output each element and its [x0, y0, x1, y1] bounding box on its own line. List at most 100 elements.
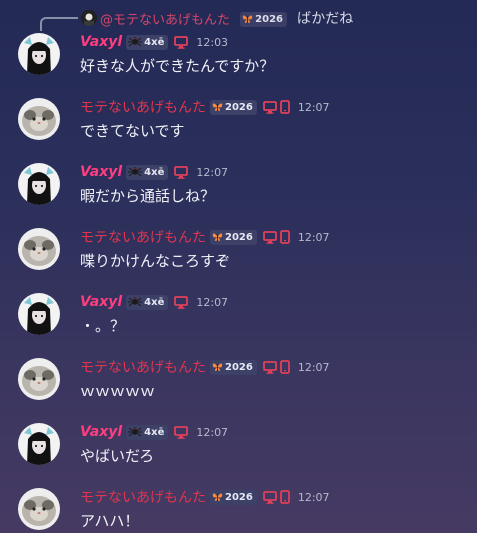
desktop-icon — [262, 100, 277, 114]
device-indicators — [262, 100, 290, 114]
message-item[interactable]: モテないあげもんた 2026 12:07 喋りかけんなころすぞ — [0, 228, 477, 288]
user-tag[interactable]: 4xē — [126, 424, 169, 440]
message-header: Vaxyl 4xē 12:03 — [80, 33, 228, 51]
message-item[interactable]: Vaxyl 4xē 12:03 好きな人ができたんですか？ — [0, 33, 477, 93]
author-name[interactable]: モテないあげもんた — [80, 227, 206, 247]
butterfly-icon — [212, 232, 223, 242]
spider-icon — [128, 296, 143, 308]
author-name[interactable]: Vaxyl — [80, 294, 122, 310]
desktop-icon — [174, 35, 189, 49]
butterfly-icon — [212, 492, 223, 502]
reply-author-name[interactable]: @モテないあげもんた 2026 — [100, 9, 287, 28]
reply-reference[interactable]: @モテないあげもんた 2026 ばかだね — [0, 0, 477, 36]
device-indicators — [174, 165, 189, 179]
spider-icon — [128, 36, 143, 48]
user-tag[interactable]: 2026 — [210, 359, 257, 375]
author-name[interactable]: モテないあげもんた — [80, 357, 206, 377]
mobile-icon — [279, 360, 290, 374]
avatar-mote[interactable] — [18, 228, 60, 270]
mobile-icon — [279, 230, 290, 244]
message-header: モテないあげもんた 2026 12:07 — [80, 358, 330, 376]
message-header: Vaxyl 4xē 12:07 — [80, 163, 228, 181]
mobile-icon — [279, 490, 290, 504]
desktop-icon — [262, 230, 277, 244]
avatar-vaxyl[interactable] — [18, 163, 60, 205]
author-name[interactable]: モテないあげもんた — [80, 487, 206, 507]
avatar-mote[interactable] — [18, 488, 60, 530]
desktop-icon — [174, 295, 189, 309]
user-tag-text: 4xē — [144, 296, 165, 308]
timestamp[interactable]: 12:03 — [196, 36, 228, 49]
user-tag[interactable]: 4xē — [126, 294, 169, 310]
reply-spine — [40, 17, 78, 31]
timestamp[interactable]: 12:07 — [196, 296, 228, 309]
message-header: モテないあげもんた 2026 12:07 — [80, 228, 330, 246]
mobile-icon — [279, 100, 290, 114]
timestamp[interactable]: 12:07 — [298, 361, 330, 374]
reply-snippet[interactable]: ばかだね — [297, 8, 353, 28]
timestamp[interactable]: 12:07 — [196, 426, 228, 439]
avatar-vaxyl[interactable] — [18, 423, 60, 465]
avatar-vaxyl[interactable] — [18, 33, 60, 75]
reply-tag-text: 2026 — [255, 13, 283, 25]
avatar-mote[interactable] — [18, 358, 60, 400]
user-tag[interactable]: 2026 — [210, 99, 257, 115]
desktop-icon — [262, 360, 277, 374]
message-item[interactable]: Vaxyl 4xē 12:07 やばいだろ — [0, 423, 477, 483]
butterfly-icon — [212, 362, 223, 372]
reply-author-label: @モテないあげもんた — [100, 13, 231, 28]
user-tag[interactable]: 2026 — [210, 489, 257, 505]
timestamp[interactable]: 12:07 — [298, 491, 330, 504]
spider-icon — [128, 166, 143, 178]
message-text: やばいだろ — [80, 447, 155, 465]
message-header: モテないあげもんた 2026 12:07 — [80, 98, 330, 116]
message-text: 喋りかけんなころすぞ — [80, 252, 231, 270]
user-tag-text: 2026 — [225, 361, 253, 373]
butterfly-icon — [212, 102, 223, 112]
message-header: モテないあげもんた 2026 12:07 — [80, 488, 330, 506]
butterfly-icon — [242, 14, 253, 24]
message-item[interactable]: Vaxyl 4xē 12:07 暇だから通話しね？ — [0, 163, 477, 223]
device-indicators — [174, 295, 189, 309]
avatar-vaxyl[interactable] — [18, 293, 60, 335]
user-tag[interactable]: 4xē — [126, 164, 169, 180]
message-text: 暇だから通話しね？ — [80, 187, 216, 205]
message-item[interactable]: モテないあげもんた 2026 12:07 ｗｗｗｗｗ — [0, 358, 477, 418]
message-item[interactable]: モテないあげもんた 2026 12:07 アハハ！ — [0, 488, 477, 533]
user-tag-text: 2026 — [225, 491, 253, 503]
message-text: ・。？ — [80, 317, 126, 335]
spider-icon — [128, 426, 143, 438]
desktop-icon — [174, 165, 189, 179]
user-tag-text: 2026 — [225, 231, 253, 243]
device-indicators — [262, 490, 290, 504]
author-name[interactable]: Vaxyl — [80, 34, 122, 50]
device-indicators — [262, 360, 290, 374]
user-tag-text: 4xē — [144, 166, 165, 178]
desktop-icon — [262, 490, 277, 504]
message-text: ｗｗｗｗｗ — [80, 382, 156, 400]
user-tag-text: 4xē — [144, 36, 165, 48]
user-tag-text: 2026 — [225, 101, 253, 113]
user-tag[interactable]: 4xē — [126, 34, 169, 50]
author-name[interactable]: Vaxyl — [80, 424, 122, 440]
author-name[interactable]: モテないあげもんた — [80, 97, 206, 117]
message-text: できてないです — [80, 122, 185, 140]
message-header: Vaxyl 4xē 12:07 — [80, 423, 228, 441]
device-indicators — [174, 35, 189, 49]
message-text: 好きな人ができたんですか？ — [80, 57, 275, 75]
reply-author-tag: 2026 — [240, 11, 287, 27]
avatar-mote[interactable] — [18, 98, 60, 140]
message-item[interactable]: モテないあげもんた 2026 12:07 できてないです — [0, 98, 477, 158]
author-name[interactable]: Vaxyl — [80, 164, 122, 180]
timestamp[interactable]: 12:07 — [196, 166, 228, 179]
user-tag[interactable]: 2026 — [210, 229, 257, 245]
user-tag-text: 4xē — [144, 426, 165, 438]
message-item[interactable]: Vaxyl 4xē 12:07 ・。？ — [0, 293, 477, 353]
reply-avatar[interactable] — [81, 10, 97, 26]
message-header: Vaxyl 4xē 12:07 — [80, 293, 228, 311]
desktop-icon — [174, 425, 189, 439]
device-indicators — [174, 425, 189, 439]
timestamp[interactable]: 12:07 — [298, 231, 330, 244]
message-text: アハハ！ — [80, 512, 140, 530]
timestamp[interactable]: 12:07 — [298, 101, 330, 114]
